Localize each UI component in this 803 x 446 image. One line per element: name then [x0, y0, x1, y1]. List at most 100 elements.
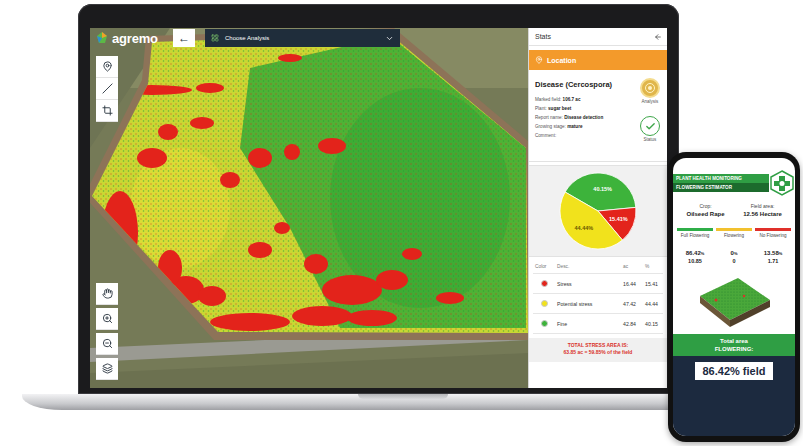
class-area: 1.71 [768, 258, 779, 264]
class-percent: 13.58% [764, 250, 783, 256]
color-dot [541, 320, 548, 327]
class-percent: 0% [731, 250, 738, 256]
agremo-logo-icon [95, 31, 109, 45]
crop-icon [102, 105, 113, 116]
pie-slice: 44.44% [560, 192, 622, 249]
table-row[interactable]: Stress16.4415.41 [533, 274, 663, 294]
flowering-class: Full Flowering86.42%10.85 [677, 228, 713, 264]
medal-icon [640, 78, 660, 98]
pie-label: 40.15% [593, 186, 612, 192]
plant-health-logo-icon [769, 170, 795, 196]
line-tool[interactable] [96, 78, 118, 100]
class-percent: 86.42% [686, 250, 705, 256]
phone: PLANT HEALTH MONITORINGFLOWERING ESTIMAT… [668, 152, 800, 442]
location-bar[interactable]: Location [529, 50, 667, 70]
phone-header: PLANT HEALTH MONITORINGFLOWERING ESTIMAT… [673, 170, 795, 196]
class-label: No Flowering [759, 233, 786, 245]
report-field-value: Disease detection [564, 115, 603, 120]
map-panel: agremo ← Choose Analysis [90, 28, 528, 388]
stress-table: ColorDesc.ac%Stress16.4415.41Potential s… [529, 260, 667, 334]
crop: Crop:Oilseed Rape [677, 203, 734, 218]
total-area-band: 86.42% field [673, 356, 795, 436]
crop-value: Oilseed Rape [677, 210, 734, 218]
color-dot [541, 280, 548, 287]
crop-label: Crop: [677, 203, 734, 210]
flowering-class: Flowering0%0 [716, 228, 752, 264]
color-dot [541, 300, 548, 307]
pan-button[interactable] [96, 283, 118, 305]
pie-panel: 40.15% 15.41% 44.44% [529, 165, 667, 257]
pin-tool[interactable] [96, 56, 118, 78]
analysis-select[interactable]: Choose Analysis [205, 29, 400, 47]
zoom-out-button[interactable] [96, 333, 118, 355]
flowering-classes: Full Flowering86.42%10.85Flowering0%0No … [673, 222, 795, 264]
column-header: % [643, 263, 663, 271]
pie-label: 44.44% [575, 225, 594, 231]
header-bands: PLANT HEALTH MONITORINGFLOWERING ESTIMAT… [673, 174, 769, 192]
grid-icon [211, 34, 219, 42]
laptop: agremo←Choose AnalysisStatsLocationDisea… [78, 4, 679, 394]
total-title: TOTAL STRESS AREA IS: [533, 342, 663, 349]
crop-info: Crop:Oilseed RapeField area:12.56 Hectar… [673, 196, 795, 222]
class-bar [755, 228, 791, 231]
zoom-out-icon [102, 338, 113, 349]
report-field: Growing stage: mature [535, 123, 633, 130]
field-picture [673, 264, 795, 334]
laptop-notch [358, 394, 448, 399]
table-row[interactable]: Fine42.8440.15 [533, 314, 663, 334]
report-title: Disease (Cercospora) [535, 80, 633, 89]
class-label: Full Flowering [681, 233, 710, 245]
field-area-label: Field area: [734, 203, 791, 210]
header-subtitle: FLOWERING ESTIMATOR [673, 183, 769, 192]
row-desc: Potential stress [555, 300, 621, 308]
analysis-select-label: Choose Analysis [225, 35, 379, 41]
line-icon [102, 83, 113, 94]
table-row[interactable]: Potential stress47.4244.44 [533, 294, 663, 314]
row-desc: Stress [555, 280, 621, 288]
row-desc: Fine [555, 320, 621, 328]
map-toolbar: agremo ← Choose Analysis [95, 29, 400, 47]
class-unit: % [779, 251, 783, 256]
collapse-arrow-icon[interactable] [654, 33, 662, 41]
report-details: Disease (Cercospora)Marked field: 106.7 … [535, 76, 633, 155]
table-header: ColorDesc.ac% [533, 260, 663, 274]
field-map[interactable] [90, 28, 528, 388]
location-label: Location [547, 57, 576, 64]
logo[interactable]: agremo [95, 31, 163, 46]
total-value: 63.85 ac = 59.85% of the field [533, 349, 663, 356]
row-pct: 44.44 [643, 300, 663, 308]
area-tool[interactable] [96, 100, 118, 122]
medal-ring-icon [644, 82, 656, 94]
row-ac: 16.44 [621, 280, 643, 288]
report-info: Disease (Cercospora)Marked field: 106.7 … [529, 70, 667, 162]
report-field-value: 106.7 ac [563, 97, 581, 102]
back-button[interactable]: ← [173, 29, 195, 47]
row-pct: 40.15 [643, 320, 663, 328]
report-badge[interactable]: Status [640, 116, 660, 142]
report-field: Plant: sugar beet [535, 105, 633, 112]
class-unit: % [701, 251, 705, 256]
total-area-value: 86.42% field [695, 362, 774, 380]
field-area: Field area:12.56 Hectare [734, 203, 791, 218]
map-pin-icon [102, 61, 113, 72]
map-controls [96, 283, 118, 380]
report-field: Report name: Disease detection [535, 114, 633, 121]
total-label-line: Total area [673, 337, 795, 345]
zoom-in-button[interactable] [96, 308, 118, 330]
hand-icon [102, 288, 113, 299]
draw-tools [96, 56, 118, 122]
class-bar [716, 228, 752, 231]
stage: agremo←Choose AnalysisStatsLocationDisea… [0, 0, 803, 446]
report-badges: Analysis Status [637, 76, 663, 155]
class-unit: % [734, 251, 738, 256]
field-area-value: 12.56 Hectare [734, 210, 791, 218]
class-label: Flowering [724, 233, 744, 245]
check-icon [640, 116, 660, 136]
layers-button[interactable] [96, 358, 118, 380]
flowering-class: No Flowering 13.58% 1.71 [755, 228, 791, 264]
row-ac: 42.84 [621, 320, 643, 328]
column-header: ac [621, 263, 643, 271]
report-badge[interactable]: Analysis [640, 78, 660, 104]
pie-label: 15.41% [609, 216, 628, 222]
zoom-in-icon [102, 313, 113, 324]
